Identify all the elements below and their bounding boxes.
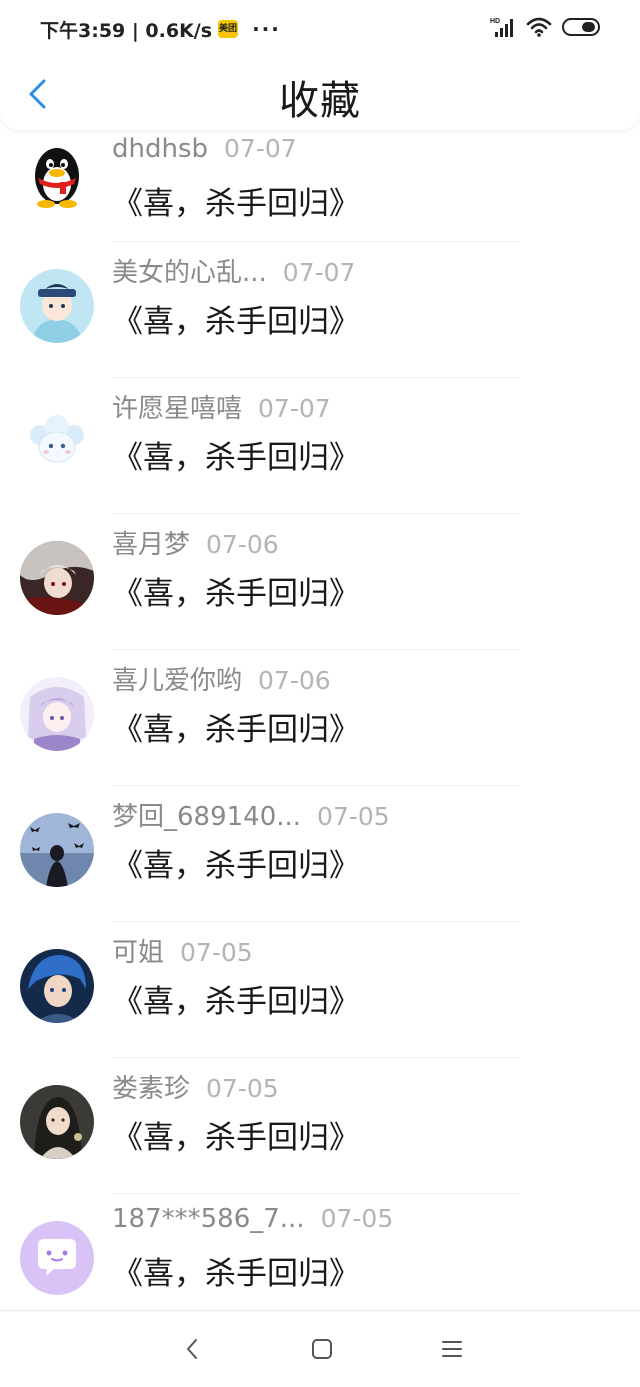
favorite-title[interactable]: 《喜，杀手回归》 xyxy=(112,976,360,1021)
svg-text:HD: HD xyxy=(490,18,500,25)
list-item[interactable]: 美女的心乱... 07-07 《喜，杀手回归》 xyxy=(0,242,640,378)
username[interactable]: 喜儿爱你哟 xyxy=(112,660,242,697)
list-item[interactable]: 梦回_689140... 07-05 《喜，杀手回归》 xyxy=(0,786,640,922)
date: 07-05 xyxy=(180,938,253,967)
cloud-sheep-icon xyxy=(20,405,94,479)
avatar[interactable] xyxy=(20,138,94,212)
status-bar: 下午3:59 | 0.6K/s 美团 ··· HD xyxy=(0,0,640,58)
header-bar: 收藏 xyxy=(0,58,640,130)
qq-penguin-icon xyxy=(20,138,94,212)
nav-menu-icon xyxy=(442,1341,462,1357)
list-item[interactable]: 喜儿爱你哟 07-06 《喜，杀手回归》 xyxy=(0,650,640,786)
purple-anime-girl-icon xyxy=(20,677,94,751)
avatar[interactable] xyxy=(20,677,94,751)
list-item[interactable]: 娄素珍 07-05 《喜，杀手回归》 xyxy=(0,1058,640,1194)
nav-back-button[interactable] xyxy=(180,1337,204,1361)
blue-hair-hero-icon xyxy=(20,949,94,1023)
page-title: 收藏 xyxy=(279,78,361,124)
name-line: 梦回_689140... 07-05 xyxy=(112,796,390,833)
username[interactable]: 梦回_689140... xyxy=(112,796,301,833)
bats-silhouette-icon xyxy=(20,813,94,887)
username[interactable]: dhdhsb xyxy=(112,134,208,164)
name-line: 喜儿爱你哟 07-06 xyxy=(112,660,331,697)
username[interactable]: 187***586_7... xyxy=(112,1204,305,1234)
favorite-title[interactable]: 《喜，杀手回归》 xyxy=(112,704,360,749)
list-item[interactable]: 可姐 07-05 《喜，杀手回归》 xyxy=(0,922,640,1058)
avatar[interactable] xyxy=(20,405,94,479)
battery-icon xyxy=(562,17,602,41)
avatar[interactable] xyxy=(20,1085,94,1159)
favorite-title[interactable]: 《喜，杀手回归》 xyxy=(112,1112,360,1157)
status-left: 下午3:59 | 0.6K/s 美团 ··· xyxy=(40,16,281,43)
wifi-icon xyxy=(526,16,552,42)
username[interactable]: 可姐 xyxy=(112,932,164,969)
username[interactable]: 娄素珍 xyxy=(112,1068,190,1105)
meituan-app-icon: 美团 xyxy=(218,20,239,38)
purple-chat-bubble-icon xyxy=(20,1221,94,1295)
name-line: 许愿星嘻嘻 07-07 xyxy=(112,388,331,425)
name-line: 喜月梦 07-06 xyxy=(112,524,279,561)
avatar[interactable] xyxy=(20,269,94,343)
avatar[interactable] xyxy=(20,813,94,887)
avatar[interactable] xyxy=(20,949,94,1023)
favorite-title[interactable]: 《喜，杀手回归》 xyxy=(112,568,360,613)
username[interactable]: 许愿星嘻嘻 xyxy=(112,388,242,425)
avatar[interactable] xyxy=(20,541,94,615)
date: 07-05 xyxy=(320,1204,394,1233)
name-line: 娄素珍 07-05 xyxy=(112,1068,279,1105)
date: 07-07 xyxy=(282,258,356,287)
date: 07-07 xyxy=(258,394,331,423)
nav-menu-button[interactable] xyxy=(440,1337,464,1361)
date: 07-07 xyxy=(224,134,297,163)
nav-home-icon xyxy=(312,1339,332,1359)
favorite-title[interactable]: 《喜，杀手回归》 xyxy=(112,178,360,223)
date: 07-05 xyxy=(317,802,390,831)
favorite-title[interactable]: 《喜，杀手回归》 xyxy=(112,840,360,885)
date: 07-06 xyxy=(206,530,279,559)
favorites-list: dhdhsb 07-07 《喜，杀手回归》 美女的心乱... 07-07 《喜，… xyxy=(0,130,640,1330)
nav-home-button[interactable] xyxy=(310,1337,334,1361)
list-item[interactable]: 许愿星嘻嘻 07-07 《喜，杀手回归》 xyxy=(0,378,640,514)
list-item[interactable]: 喜月梦 07-06 《喜，杀手回归》 xyxy=(0,514,640,650)
dark-anime-girl-icon xyxy=(20,541,94,615)
list-item[interactable]: dhdhsb 07-07 《喜，杀手回归》 xyxy=(0,130,640,242)
name-line: 可姐 07-05 xyxy=(112,932,253,969)
signal-icon: HD xyxy=(490,16,516,42)
status-right: HD xyxy=(490,16,602,42)
username[interactable]: 喜月梦 xyxy=(112,524,190,561)
nav-back-icon xyxy=(187,1339,197,1359)
username[interactable]: 美女的心乱... xyxy=(112,252,267,289)
favorite-title[interactable]: 《喜，杀手回归》 xyxy=(112,296,360,341)
ancient-lady-icon xyxy=(20,1085,94,1159)
anime-police-boy-icon xyxy=(20,269,94,343)
system-nav-bar xyxy=(0,1310,640,1387)
name-line: 187***586_7... 07-05 xyxy=(112,1204,393,1234)
name-line: dhdhsb 07-07 xyxy=(112,134,297,164)
more-notifications-icon: ··· xyxy=(252,17,281,41)
favorite-title[interactable]: 《喜，杀手回归》 xyxy=(112,432,360,477)
avatar[interactable] xyxy=(20,1221,94,1295)
status-time-speed: 下午3:59 | 0.6K/s xyxy=(40,19,213,42)
name-line: 美女的心乱... 07-07 xyxy=(112,252,355,289)
date: 07-05 xyxy=(206,1074,279,1103)
favorite-title[interactable]: 《喜，杀手回归》 xyxy=(112,1248,360,1293)
date: 07-06 xyxy=(258,666,331,695)
